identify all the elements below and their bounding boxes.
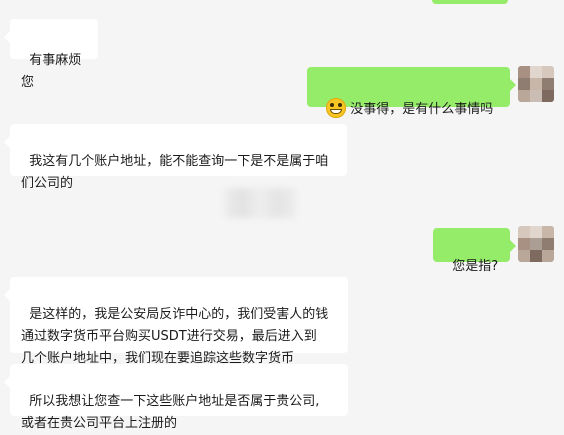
message-bubble-incoming[interactable]: 是这样的，我是公安局反诈中心的，我们受害人的钱 通过数字货币平台购买USDT进行… bbox=[4, 277, 348, 366]
message-bubble-incoming[interactable]: 我这有几个账户地址，能不能查询一下是不是属于咱 们公司的 bbox=[4, 124, 347, 191]
message-bubble-incoming[interactable]: 所以我想让您查一下这些账户地址是否属于贵公司, 或者在贵公司平台上注册的 bbox=[4, 364, 348, 431]
message-text: 没事得，是有什么事情吗 bbox=[350, 102, 494, 117]
avatar[interactable] bbox=[518, 66, 554, 102]
timestamp-blurred bbox=[224, 188, 296, 218]
message-text: 是这样的，我是公安局反诈中心的，我们受害人的钱 通过数字货币平台购买USDT进行… bbox=[21, 307, 329, 366]
previous-message-bubble-edge bbox=[432, 0, 508, 4]
grinning-face-emoji-icon bbox=[326, 98, 347, 118]
message-bubble-incoming[interactable]: 有事麻烦您 bbox=[4, 19, 98, 90]
message-text: 有事麻烦您 bbox=[21, 53, 82, 90]
message-text: 所以我想让您查一下这些账户地址是否属于贵公司, 或者在贵公司平台上注册的 bbox=[21, 394, 320, 431]
message-bubble-outgoing[interactable]: 您是指? bbox=[433, 228, 516, 274]
avatar[interactable] bbox=[518, 226, 554, 262]
message-text: 我这有几个账户地址，能不能查询一下是不是属于咱 们公司的 bbox=[21, 154, 329, 191]
message-text: 您是指? bbox=[452, 259, 499, 274]
message-bubble-outgoing[interactable]: 没事得，是有什么事情吗 bbox=[307, 67, 516, 118]
